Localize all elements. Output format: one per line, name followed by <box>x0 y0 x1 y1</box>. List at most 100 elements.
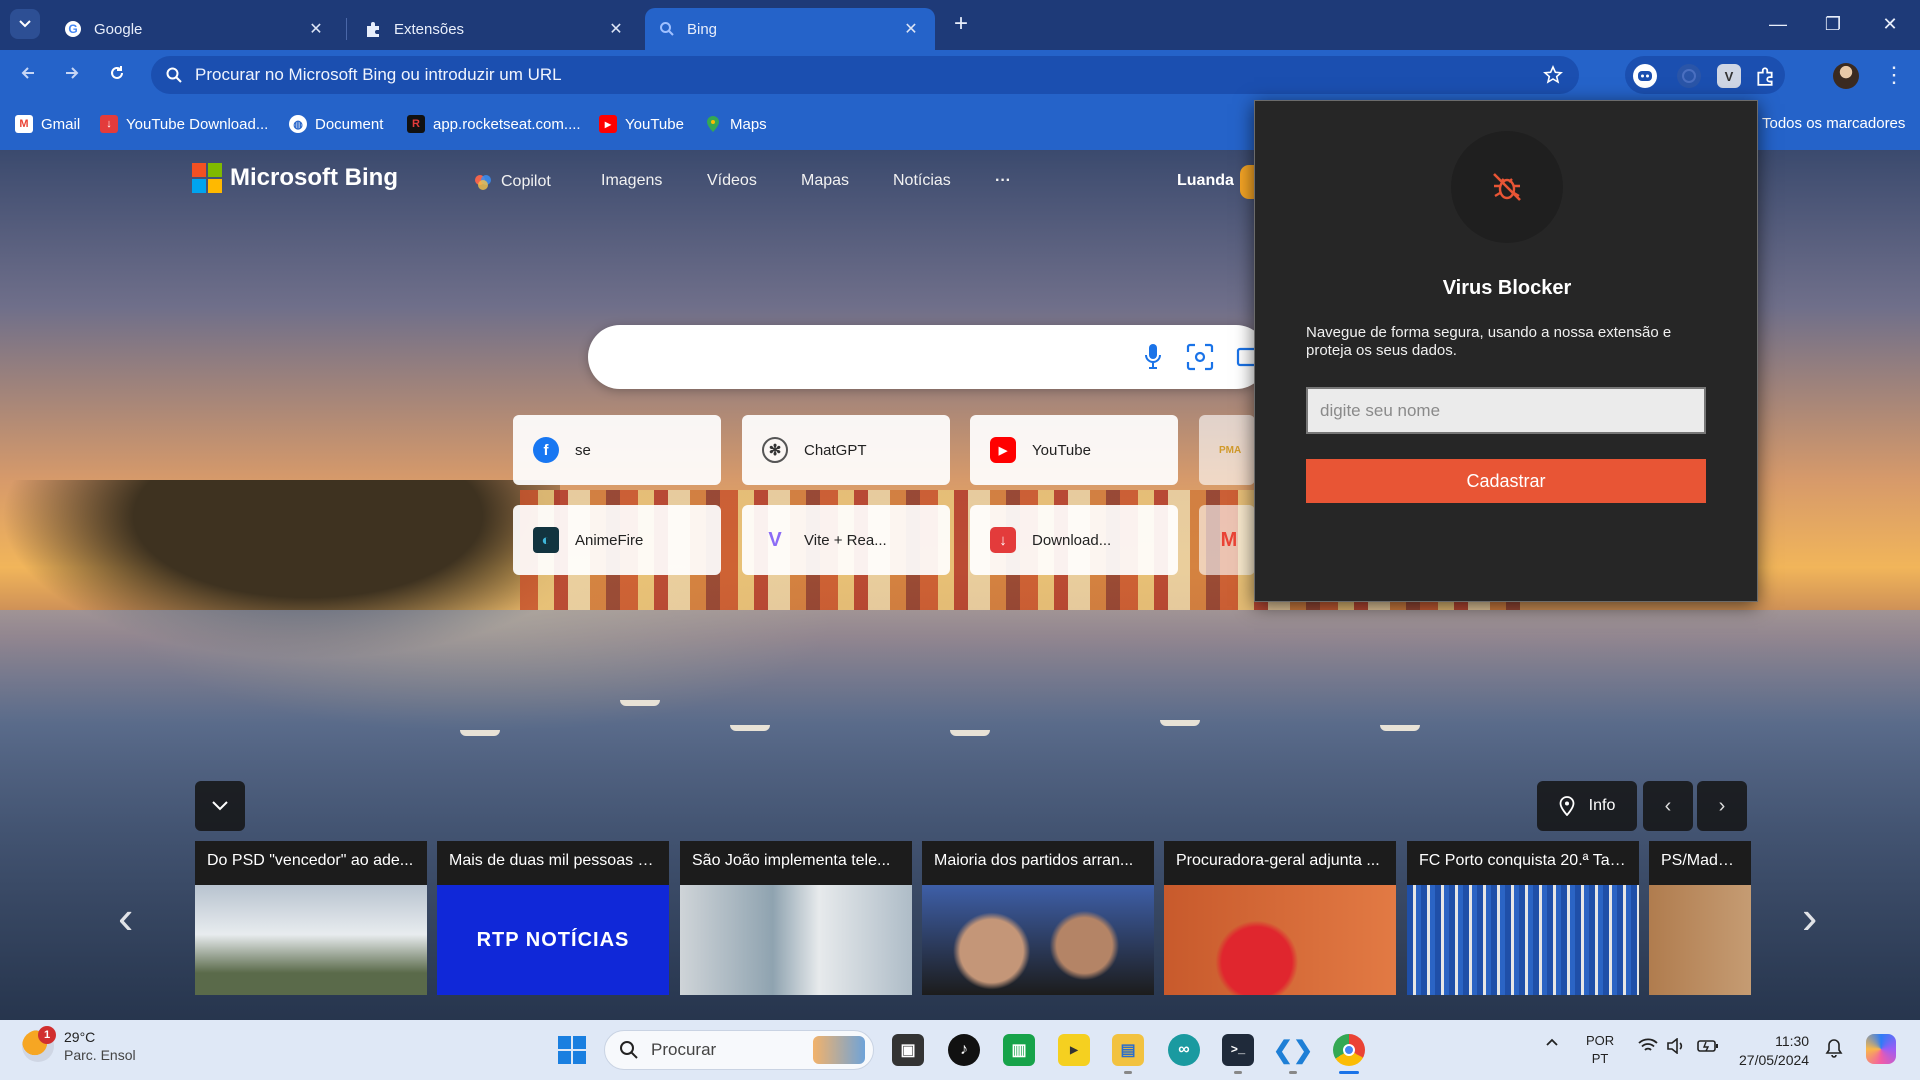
news-image <box>922 885 1154 995</box>
quick-link-facebook[interactable]: f se <box>513 415 721 485</box>
vite-icon: V <box>768 528 782 551</box>
nav-mapas[interactable]: Mapas <box>801 172 849 190</box>
news-card[interactable]: São João implementa tele... <box>680 841 912 995</box>
news-card[interactable]: Do PSD "vencedor" ao ade... <box>195 841 427 995</box>
bookmark-youtube[interactable]: ▶ YouTube <box>599 115 684 133</box>
visual-search-icon[interactable] <box>1186 343 1214 371</box>
close-window-button[interactable]: ✕ <box>1878 12 1902 36</box>
previous-image-button[interactable]: ‹ <box>1643 781 1693 831</box>
address-input[interactable] <box>195 65 1495 85</box>
nav-imagens[interactable]: Imagens <box>601 172 662 190</box>
quick-link-chatgpt[interactable]: ✻ ChatGPT <box>742 415 950 485</box>
terminal-icon[interactable]: >_ <box>1222 1034 1254 1066</box>
all-bookmarks-link[interactable]: Todos os marcadores <box>1762 115 1905 132</box>
news-card[interactable]: PS/Madeira c <box>1649 841 1751 995</box>
name-input[interactable] <box>1306 387 1706 434</box>
tradingview-app-icon[interactable]: ▥ <box>1003 1034 1035 1066</box>
virus-blocker-ext-icon[interactable]: V <box>1717 64 1741 88</box>
weather-widget[interactable]: 1 29°C Parc. Ensol <box>22 1026 136 1064</box>
nav-videos[interactable]: Vídeos <box>707 172 757 190</box>
reload-button[interactable] <box>103 62 131 90</box>
quick-link-pma[interactable]: PMA <box>1199 415 1255 485</box>
running-indicator <box>1289 1071 1297 1074</box>
bing-logo-text: Microsoft Bing <box>230 164 398 191</box>
nav-noticias[interactable]: Notícias <box>893 172 951 190</box>
shield-ext-icon[interactable] <box>1677 64 1701 88</box>
download-icon: ↓ <box>990 527 1016 553</box>
minimize-button[interactable]: — <box>1766 12 1790 36</box>
clock-time: 11:30 <box>1775 1033 1810 1049</box>
close-tab-icon[interactable]: ✕ <box>606 19 626 39</box>
image-info-button[interactable]: Info <box>1537 781 1637 831</box>
discord-ext-icon[interactable] <box>1633 64 1657 88</box>
clock[interactable]: 11:30 27/05/2024 <box>1739 1032 1809 1070</box>
star-icon[interactable] <box>1543 65 1563 85</box>
battery-icon[interactable] <box>1697 1038 1719 1057</box>
user-name[interactable]: Luanda <box>1177 172 1234 190</box>
pma-icon: PMA <box>1219 444 1242 456</box>
restore-button[interactable]: ❐ <box>1821 12 1845 36</box>
nav-copilot[interactable]: Copilot <box>473 172 551 192</box>
tab-title: Extensões <box>394 20 465 38</box>
address-bar[interactable] <box>151 56 1579 94</box>
copilot-taskbar-icon[interactable] <box>1866 1034 1896 1064</box>
google-g-icon: G <box>65 21 81 37</box>
file-explorer-icon[interactable]: ▤ <box>1112 1034 1144 1066</box>
tab-search-button[interactable] <box>10 9 40 39</box>
vscode-icon[interactable]: ❮❯ <box>1273 1034 1313 1066</box>
windows-start-icon[interactable] <box>558 1036 586 1064</box>
news-next-arrow-icon[interactable]: › <box>1802 890 1817 944</box>
news-card[interactable]: Maioria dos partidos arran... <box>922 841 1154 995</box>
quick-link-youtube[interactable]: ▶ YouTube <box>970 415 1178 485</box>
bing-search-box[interactable] <box>588 325 1268 389</box>
show-hidden-icons-chevron-icon[interactable] <box>1545 1034 1559 1050</box>
quick-link-download[interactable]: ↓ Download... <box>970 505 1178 575</box>
search-highlight-image <box>813 1036 865 1064</box>
news-card[interactable]: Procuradora-geral adjunta ... <box>1164 841 1396 995</box>
forward-button[interactable] <box>58 62 86 90</box>
rocketseat-icon: R <box>407 115 425 133</box>
collapse-feed-button[interactable] <box>195 781 245 831</box>
tab-title: Bing <box>687 20 718 38</box>
news-prev-arrow-icon[interactable]: ‹ <box>118 890 133 944</box>
arduino-icon[interactable]: ∞ <box>1168 1034 1200 1066</box>
tab-extensoes[interactable]: Extensões ✕ <box>350 8 640 50</box>
register-button[interactable]: Cadastrar <box>1306 459 1706 503</box>
quick-link-gmail[interactable]: M <box>1199 505 1255 575</box>
chrome-icon[interactable] <box>1333 1034 1365 1066</box>
quick-link-vite[interactable]: V Vite + Rea... <box>742 505 950 575</box>
news-card[interactable]: Mais de duas mil pessoas s... RTP NOTÍCI… <box>437 841 669 995</box>
bing-logo[interactable]: Microsoft Bing <box>192 163 398 193</box>
menu-kebab-icon[interactable]: ⋮ <box>1883 62 1905 88</box>
quick-link-animefire[interactable]: ◐ AnimeFire <box>513 505 721 575</box>
notifications-bell-icon[interactable] <box>1825 1038 1843 1061</box>
microphone-icon[interactable] <box>1144 343 1162 371</box>
bookmark-maps[interactable]: Maps <box>704 115 767 133</box>
weather-description: Parc. Ensol <box>64 1047 136 1063</box>
bookmark-document[interactable]: ◍ Document <box>289 115 383 133</box>
tab-bing[interactable]: Bing ✕ <box>645 8 935 50</box>
bookmark-gmail[interactable]: M Gmail <box>15 115 80 133</box>
puzzle-icon[interactable] <box>1753 64 1777 88</box>
back-button[interactable] <box>14 62 42 90</box>
profile-avatar[interactable] <box>1833 63 1859 89</box>
new-tab-button[interactable]: + <box>948 12 974 38</box>
news-card[interactable]: FC Porto conquista 20.ª Taç... <box>1407 841 1639 995</box>
taskbar-search[interactable]: Procurar <box>604 1030 874 1070</box>
task-view-icon[interactable]: ▣ <box>892 1034 924 1066</box>
wifi-icon[interactable] <box>1638 1038 1658 1057</box>
close-tab-icon[interactable]: ✕ <box>306 19 326 39</box>
nav-more-icon[interactable]: ··· <box>995 172 1011 190</box>
quick-link-label: Download... <box>1032 531 1112 549</box>
bookmark-youtube-download[interactable]: ↓ YouTube Download... <box>100 115 268 133</box>
search-icon <box>166 67 182 83</box>
volume-icon[interactable] <box>1666 1037 1686 1057</box>
language-indicator[interactable]: POR PT <box>1586 1032 1614 1068</box>
tab-google[interactable]: G Google ✕ <box>50 8 340 50</box>
plex-player-icon[interactable]: ▶ <box>1058 1034 1090 1066</box>
tiktok-icon[interactable]: ♪ <box>948 1034 980 1066</box>
bookmark-rocketseat[interactable]: R app.rocketseat.com.... <box>407 115 581 133</box>
next-image-button[interactable]: › <box>1697 781 1747 831</box>
close-tab-icon[interactable]: ✕ <box>901 19 921 39</box>
quick-link-label: Vite + Rea... <box>804 531 887 549</box>
